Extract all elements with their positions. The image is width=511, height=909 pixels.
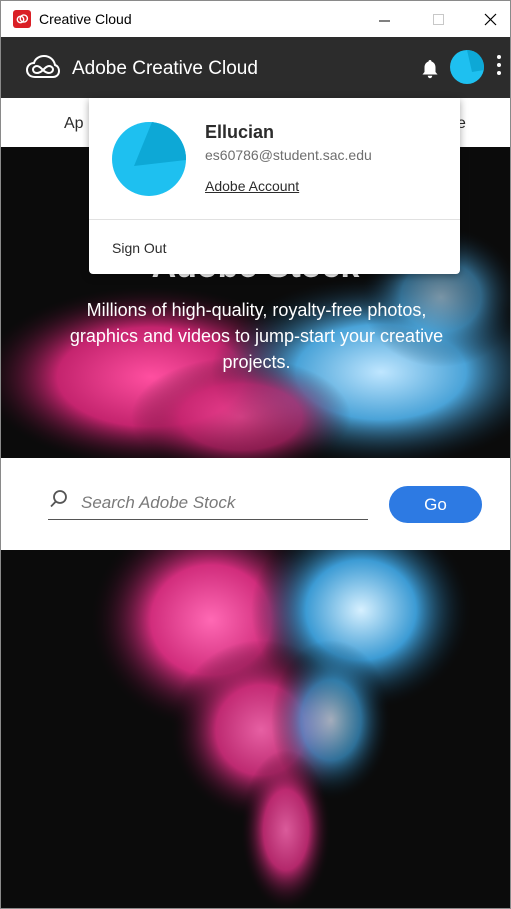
- app-window: Creative Cloud Adobe Creative Cloud Ap e…: [0, 0, 511, 909]
- hero-subtitle: Millions of high-quality, royalty-free p…: [69, 300, 444, 372]
- go-button[interactable]: Go: [389, 486, 482, 523]
- window-title: Creative Cloud: [39, 11, 132, 27]
- maximize-icon: [433, 14, 444, 25]
- search-icon: [50, 490, 67, 508]
- search-input[interactable]: [48, 486, 368, 520]
- popup-divider: [89, 219, 460, 220]
- app-header: Adobe Creative Cloud: [1, 37, 510, 98]
- app-title: Adobe Creative Cloud: [72, 58, 258, 79]
- title-bar: Creative Cloud: [1, 1, 510, 37]
- avatar: [112, 122, 186, 196]
- more-vertical-icon[interactable]: [495, 55, 503, 79]
- bell-icon[interactable]: [421, 59, 439, 79]
- account-email: es60786@student.sac.edu: [205, 147, 372, 163]
- cc-app-icon: [13, 10, 31, 28]
- smoke-artwork: [91, 550, 471, 908]
- close-icon: [484, 13, 497, 26]
- creative-cloud-logo-icon: [26, 55, 60, 78]
- account-name: Ellucian: [205, 122, 275, 142]
- tab-apps[interactable]: Ap: [64, 115, 84, 133]
- avatar[interactable]: [450, 50, 484, 84]
- search-band: Go: [1, 458, 510, 550]
- account-popup: Ellucian es60786@student.sac.edu Adobe A…: [89, 98, 460, 274]
- close-button[interactable]: [468, 1, 510, 37]
- minimize-button[interactable]: [361, 1, 407, 37]
- adobe-account-link[interactable]: Adobe Account: [205, 178, 299, 194]
- maximize-button[interactable]: [415, 1, 461, 37]
- sign-out-button[interactable]: Sign Out: [112, 240, 166, 256]
- minimize-icon: [379, 20, 390, 22]
- smoke-image: [1, 550, 510, 908]
